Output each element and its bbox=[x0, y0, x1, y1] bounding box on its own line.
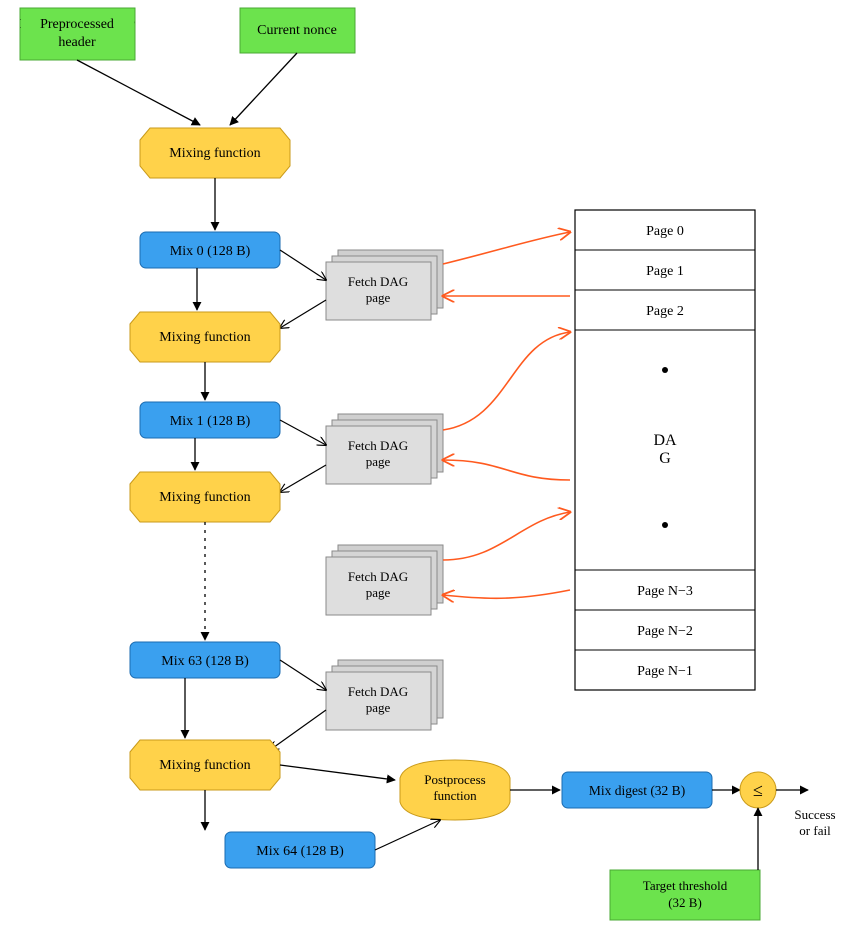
target-threshold-label-2: (32 B) bbox=[668, 895, 702, 910]
result-label-1: Success bbox=[794, 807, 835, 822]
svg-text:Page 0: Page 0 bbox=[646, 224, 684, 239]
dag-page2: Page 2 bbox=[646, 304, 684, 319]
svg-text:Success: Success bbox=[794, 807, 835, 822]
svg-text:Page 2: Page 2 bbox=[646, 304, 684, 319]
svg-text:function: function bbox=[433, 788, 477, 803]
svg-text:Mix 0 (128 B): Mix 0 (128 B) bbox=[170, 244, 251, 259]
dag-page0: Page 0 bbox=[646, 224, 684, 239]
postprocess-label-1: Postprocess bbox=[424, 772, 485, 787]
svg-text:Mix 1 (128 B): Mix 1 (128 B) bbox=[170, 414, 251, 429]
dag-pageN3: Page N−3 bbox=[637, 584, 693, 599]
svg-text:Preprocessed: Preprocessed bbox=[40, 17, 114, 32]
svg-text:Fetch DAG: Fetch DAG bbox=[348, 438, 408, 453]
mixing-fn-top-label: Mixing function bbox=[169, 146, 260, 161]
svg-text:Mixing function: Mixing function bbox=[169, 146, 260, 161]
mix0-label: Mix 0 (128 B) bbox=[170, 244, 251, 259]
mix64-label: Mix 64 (128 B) bbox=[256, 844, 344, 859]
mixing-fn-0-label: Mixing function bbox=[159, 330, 250, 345]
mix1-label: Mix 1 (128 B) bbox=[170, 414, 251, 429]
svg-text:Page N−3: Page N−3 bbox=[637, 584, 693, 599]
comparator-label: ≤ bbox=[753, 780, 763, 800]
svg-text:Fetch DAG: Fetch DAG bbox=[348, 274, 408, 289]
postprocess-label-2: function bbox=[433, 788, 477, 803]
svg-text:Mix 63 (128 B): Mix 63 (128 B) bbox=[161, 654, 249, 669]
svg-text:≤: ≤ bbox=[753, 780, 763, 800]
mixing-fn-1-label: Mixing function bbox=[159, 490, 250, 505]
dag-label-2: G bbox=[659, 450, 671, 467]
target-threshold-label-1: Target threshold bbox=[643, 878, 728, 893]
current-nonce-label: Current nonce bbox=[257, 23, 337, 38]
dag-pageN1: Page N−1 bbox=[637, 664, 693, 679]
svg-text:page: page bbox=[366, 454, 391, 469]
svg-text:Target threshold: Target threshold bbox=[643, 878, 728, 893]
svg-text:page: page bbox=[366, 700, 391, 715]
dag-table: Page 0 Page 1 Page 2 DA G Page N−3 Page … bbox=[575, 210, 755, 690]
svg-text:Fetch DAG: Fetch DAG bbox=[348, 569, 408, 584]
mixing-fn-last-label: Mixing function bbox=[159, 758, 250, 773]
svg-text:page: page bbox=[366, 585, 391, 600]
svg-text:G: G bbox=[659, 450, 671, 467]
dag-pageN2: Page N−2 bbox=[637, 624, 693, 639]
svg-text:Page N−2: Page N−2 bbox=[637, 624, 693, 639]
dag-page1: Page 1 bbox=[646, 264, 684, 279]
result-label-2: or fail bbox=[799, 823, 831, 838]
svg-text:DA: DA bbox=[653, 432, 677, 449]
svg-text:header: header bbox=[58, 35, 96, 50]
svg-text:Mixing function: Mixing function bbox=[159, 758, 250, 773]
svg-text:page: page bbox=[366, 290, 391, 305]
svg-text:Mixing function: Mixing function bbox=[159, 330, 250, 345]
dag-label-1: DA bbox=[653, 432, 677, 449]
svg-text:Current nonce: Current nonce bbox=[257, 23, 337, 38]
mix-digest-label: Mix digest (32 B) bbox=[589, 783, 685, 798]
svg-text:Postprocess: Postprocess bbox=[424, 772, 485, 787]
mix63-label: Mix 63 (128 B) bbox=[161, 654, 249, 669]
svg-text:Page 1: Page 1 bbox=[646, 264, 684, 279]
svg-text:Fetch DAG: Fetch DAG bbox=[348, 684, 408, 699]
svg-text:Mix digest (32 B): Mix digest (32 B) bbox=[589, 783, 685, 798]
svg-text:Page N−1: Page N−1 bbox=[637, 664, 693, 679]
svg-text:or fail: or fail bbox=[799, 823, 831, 838]
svg-text:Mix 64 (128 B): Mix 64 (128 B) bbox=[256, 844, 344, 859]
svg-text:(32 B): (32 B) bbox=[668, 895, 702, 910]
svg-text:Mixing function: Mixing function bbox=[159, 490, 250, 505]
